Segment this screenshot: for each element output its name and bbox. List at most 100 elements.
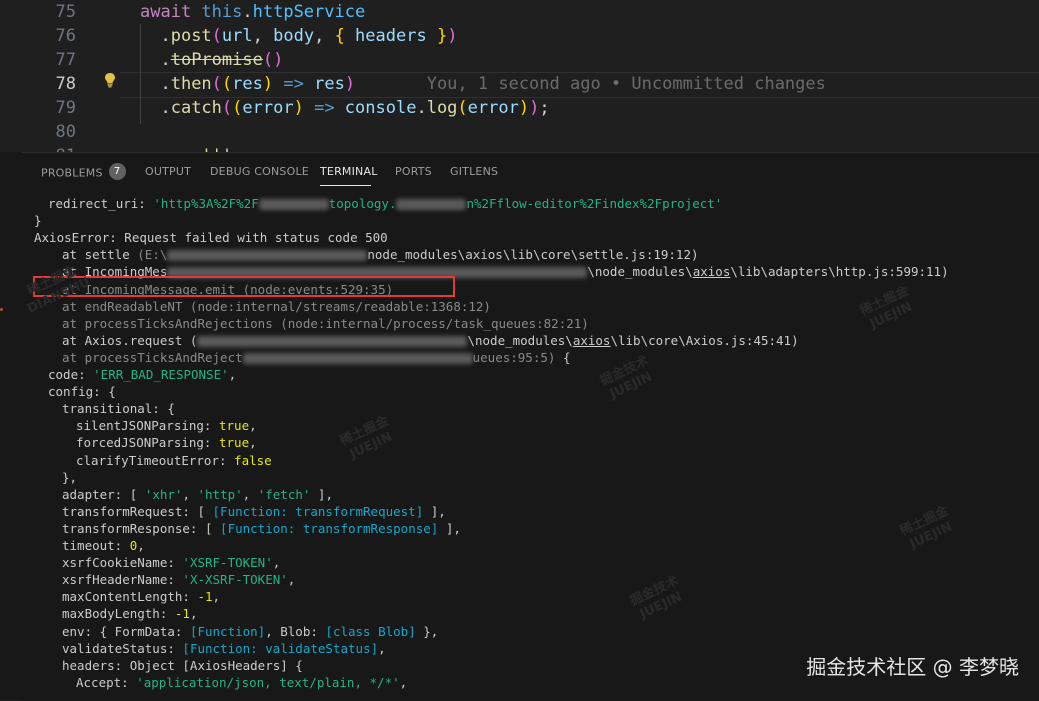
redacted-text xyxy=(167,250,368,262)
code-token: at settle xyxy=(62,247,138,263)
terminal-line: adapter: [ 'xhr', 'http', 'fetch' ], xyxy=(62,486,333,503)
code-token: node_modules\axios\lib\core\settle.js:19… xyxy=(367,247,699,263)
code-token: 'xhr' xyxy=(144,486,183,502)
code-token: ) xyxy=(518,98,530,118)
terminal-line: maxContentLength: -1, xyxy=(62,588,220,605)
active-tab-indicator xyxy=(320,185,371,186)
line-number: 79 xyxy=(55,98,76,118)
code-token: . xyxy=(242,2,253,22)
terminal-line: }, xyxy=(62,469,77,486)
tab-problems[interactable]: PROBLEMS 7 xyxy=(41,163,126,182)
tab-terminal[interactable]: TERMINAL xyxy=(320,165,378,178)
code-token: ) xyxy=(262,74,274,94)
code-line[interactable]: 78 .then((res) => res) You, 1 second ago… xyxy=(0,72,1039,96)
code-token: headers xyxy=(355,26,427,46)
tab-debug-console[interactable]: DEBUG CONSOLE xyxy=(210,165,309,178)
code-token: { xyxy=(334,26,356,46)
redacted-text xyxy=(197,335,468,347)
code-token: , Blob: xyxy=(265,623,326,639)
watermark-text: 掘金技术社区 @ 李梦晓 xyxy=(806,655,1019,679)
code-token: at processTicksAndRejections (node:inter… xyxy=(62,315,589,331)
code-token: \node_modules\ xyxy=(587,264,693,280)
code-token: adapter: [ xyxy=(62,486,145,502)
code-token: headers: Object [AxiosHeaders] { xyxy=(62,657,303,673)
code-token: { xyxy=(555,349,571,365)
code-token: code: xyxy=(48,367,94,382)
code-token: true xyxy=(219,435,250,451)
code-token: [Function: transformResponse] xyxy=(220,520,439,536)
terminal-line: xsrfHeaderName: 'X-XSRF-TOKEN', xyxy=(62,571,295,588)
code-content: .catch((error) => console.log(error)); xyxy=(140,96,550,120)
code-token: -1 xyxy=(174,606,190,622)
watermark-stamp: 掘金技术 JUEJIN xyxy=(627,573,685,623)
line-number: 76 xyxy=(55,26,76,46)
code-token: at processTicksAndReject xyxy=(62,349,243,365)
code-token: [Function: transformRequest] xyxy=(212,503,424,519)
code-token: ) xyxy=(447,26,458,46)
code-token: (E:\ xyxy=(137,247,168,263)
terminal-line: code: 'ERR_BAD_RESPONSE', xyxy=(48,366,236,383)
code-token: . xyxy=(140,98,171,118)
code-token: false xyxy=(234,452,272,468)
code-token: ; xyxy=(539,98,550,118)
code-token: AxiosError: Request failed with status c… xyxy=(34,230,388,246)
code-token: => xyxy=(273,74,315,94)
terminal-line: transformResponse: [ [Function: transfor… xyxy=(62,520,461,537)
code-token: , xyxy=(249,418,257,434)
code-line[interactable]: 77 .toPromise() xyxy=(0,48,1039,72)
line-number: 75 xyxy=(55,2,76,22)
code-line[interactable]: 80 xyxy=(0,120,1039,144)
code-token: redirect_uri: xyxy=(48,196,154,211)
code-token: [Function] xyxy=(189,623,266,639)
code-token: body xyxy=(273,26,315,46)
code-content: .post(url, body, { headers }) xyxy=(140,24,457,48)
code-token: , xyxy=(182,486,198,502)
tab-output[interactable]: OUTPUT xyxy=(145,165,191,178)
code-line[interactable]: 79 .catch((error) => console.log(error))… xyxy=(0,96,1039,120)
code-token: , xyxy=(137,538,145,553)
terminal-line: transformRequest: [ [Function: transform… xyxy=(62,503,446,520)
code-token: silentJSONParsing: xyxy=(76,418,219,434)
code-token: httpService xyxy=(252,2,366,22)
code-token: ueues:95:5) xyxy=(472,349,556,365)
code-token: 'http%3A%2F%2F xyxy=(153,196,259,211)
code-token: ( xyxy=(232,98,243,118)
error-highlight-box xyxy=(33,276,455,297)
code-token: -1 xyxy=(197,589,213,605)
code-token: } xyxy=(34,213,42,229)
code-line[interactable]: 81 ''' xyxy=(0,144,1039,152)
tab-gitlens[interactable]: GITLENS xyxy=(450,165,498,178)
code-token: true xyxy=(219,418,250,434)
tab-ports[interactable]: PORTS xyxy=(395,165,432,178)
code-token: console xyxy=(344,98,417,118)
code-line[interactable]: 76 .post(url, body, { headers }) xyxy=(0,24,1039,48)
terminal-line: at Axios.request (\node_modules\axios\li… xyxy=(62,332,799,349)
error-marker xyxy=(0,308,3,311)
code-token: xsrfCookieName: xyxy=(62,555,183,571)
code-token: , xyxy=(242,486,258,502)
code-token: config: { xyxy=(48,384,116,400)
terminal-line: AxiosError: Request failed with status c… xyxy=(34,229,388,246)
code-editor[interactable]: 75 await this.httpService 76 .post(url, bo… xyxy=(0,0,1039,152)
watermark-stamp: 稀土掘金 JUEJIN xyxy=(897,503,955,553)
terminal-line: clarifyTimeoutError: false xyxy=(76,452,272,469)
code-token: ( xyxy=(221,98,233,118)
code-token: ) xyxy=(293,98,304,118)
code-token: () xyxy=(262,50,284,70)
code-content: ''' xyxy=(140,144,232,152)
terminal-line: at endReadableNT (node:internal/streams/… xyxy=(62,298,491,315)
code-line[interactable]: 75 await this.httpService xyxy=(0,0,1039,24)
code-token: error xyxy=(467,98,519,118)
code-token: transformRequest: [ xyxy=(62,503,213,519)
lightbulb-icon[interactable] xyxy=(103,72,117,88)
code-token: 'ERR_BAD_RESPONSE' xyxy=(93,367,229,382)
line-number: 81 xyxy=(24,144,76,152)
code-token: , xyxy=(378,640,386,656)
code-token: ], xyxy=(310,486,333,502)
terminal-line: timeout: 0, xyxy=(62,537,145,554)
code-token: ( xyxy=(211,26,222,46)
panel-tabs: PROBLEMS 7 OUTPUT DEBUG CONSOLE TERMINAL … xyxy=(22,153,1039,191)
code-token: axios xyxy=(692,264,731,280)
code-token: timeout: xyxy=(62,538,130,553)
watermark-stamp: 稀土掘金 JUEJIN xyxy=(337,413,395,463)
